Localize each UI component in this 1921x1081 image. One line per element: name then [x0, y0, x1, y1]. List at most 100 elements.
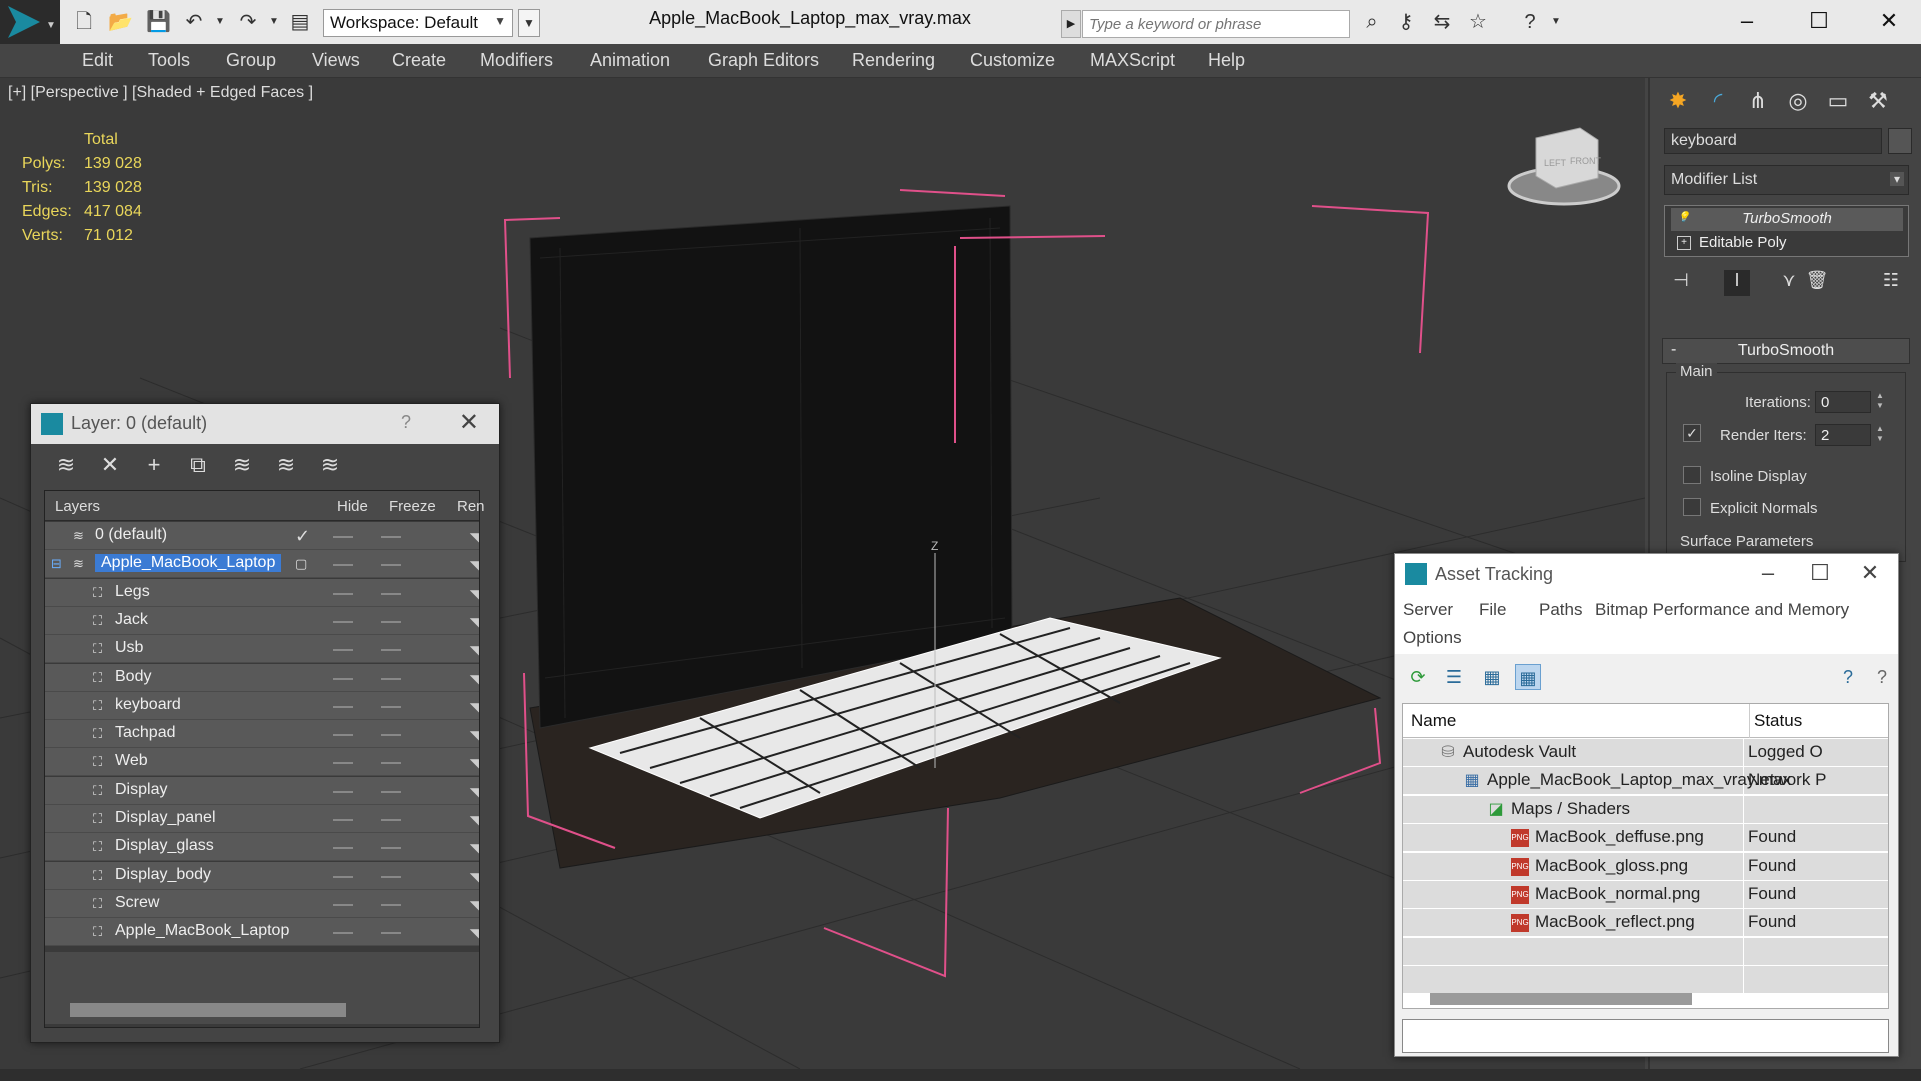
asset-row[interactable]: PNG MacBook_reflect.png Found — [1403, 909, 1888, 938]
hierarchy-tab-icon[interactable]: ⋔ — [1740, 84, 1776, 118]
render-toggle-icon[interactable]: ◥ — [470, 587, 479, 601]
hide-toggle[interactable] — [333, 592, 353, 595]
object-row[interactable]: ⛶ Display_glass ◥ — [45, 833, 479, 862]
freeze-all-icon[interactable]: ≋ — [317, 452, 343, 478]
hide-toggle[interactable] — [333, 649, 353, 652]
workspace-menu-button[interactable]: ▼ — [518, 9, 540, 37]
layer-row[interactable]: ⊟ ≋ Apple_MacBook_Laptop ▢ ◥ — [45, 550, 479, 579]
set-current-layer-icon[interactable]: ▢ — [295, 556, 311, 572]
hide-toggle[interactable] — [333, 564, 353, 567]
undo-icon[interactable]: ↶ — [182, 10, 206, 34]
list-view-icon[interactable]: ☰ — [1441, 664, 1467, 690]
redo-dropdown-icon[interactable]: ▼ — [262, 10, 286, 34]
asset-menu-paths[interactable]: Paths — [1539, 600, 1582, 620]
hide-toggle[interactable] — [333, 932, 353, 935]
search-expand-icon[interactable]: ▶ — [1061, 10, 1081, 38]
object-row[interactable]: ⛶ Display_body ◥ — [45, 861, 479, 890]
asset-menu-server[interactable]: Server — [1403, 600, 1453, 620]
freeze-toggle[interactable] — [381, 705, 401, 708]
hide-toggle[interactable] — [333, 847, 353, 850]
render-toggle-icon[interactable]: ◥ — [470, 813, 479, 827]
menu-customize[interactable]: Customize — [970, 50, 1055, 71]
remove-modifier-icon[interactable]: 🗑 — [1804, 270, 1830, 296]
column-name[interactable]: Name — [1411, 711, 1456, 731]
close-icon[interactable]: ✕ — [1850, 560, 1890, 590]
object-row[interactable]: ⛶ Web ◥ — [45, 748, 479, 777]
minimize-button[interactable]: – — [1748, 560, 1788, 590]
stack-item-editable-poly[interactable]: + Editable Poly — [1671, 232, 1903, 255]
asset-menu-bitmap[interactable]: Bitmap Performance and Memory — [1595, 600, 1849, 620]
iterations-spinner-arrows[interactable]: ▲ ▼ — [1874, 391, 1886, 413]
app-menu-button[interactable]: ▼ — [0, 0, 60, 44]
asset-tracking-titlebar[interactable]: Asset Tracking – ☐ ✕ — [1395, 554, 1898, 594]
current-layer-check-icon[interactable]: ✓ — [295, 527, 311, 545]
object-row[interactable]: ⛶ Display ◥ — [45, 776, 479, 805]
freeze-toggle[interactable] — [381, 620, 401, 623]
key-icon[interactable]: ⚷ — [1394, 10, 1418, 34]
hide-toggle[interactable] — [333, 875, 353, 878]
hide-toggle[interactable] — [333, 819, 353, 821]
menu-graph-editors[interactable]: Graph Editors — [708, 50, 819, 71]
freeze-toggle[interactable] — [381, 762, 401, 765]
render-toggle-icon[interactable]: ◥ — [470, 870, 479, 884]
asset-menu-options[interactable]: Options — [1403, 628, 1462, 648]
modifier-list-dropdown[interactable]: Modifier List ▾ — [1664, 165, 1909, 195]
pin-stack-icon[interactable]: ⊣ — [1668, 270, 1694, 296]
hide-all-icon[interactable]: ≋ — [273, 452, 299, 478]
render-toggle-icon[interactable]: ◥ — [470, 530, 479, 544]
help-icon[interactable]: ? — [1869, 664, 1895, 690]
select-objects-icon[interactable]: ⧉ — [185, 452, 211, 478]
search-input[interactable] — [1082, 10, 1350, 38]
object-row[interactable]: ⛶ Tachpad ◥ — [45, 720, 479, 749]
column-layers[interactable]: Layers — [55, 498, 100, 515]
hide-toggle[interactable] — [333, 734, 353, 737]
help-button[interactable]: ? — [401, 412, 411, 433]
help-icon[interactable]: ? — [1518, 10, 1542, 34]
expand-plus-icon[interactable]: + — [1677, 236, 1691, 250]
show-end-result-icon[interactable]: I — [1724, 270, 1750, 296]
freeze-toggle[interactable] — [381, 564, 401, 567]
render-iters-checkbox[interactable]: ✓ — [1683, 424, 1701, 442]
freeze-toggle[interactable] — [381, 875, 401, 878]
viewcube-front[interactable]: FRONT — [1570, 156, 1601, 166]
utilities-tab-icon[interactable]: ⚒ — [1860, 84, 1896, 118]
render-toggle-icon[interactable]: ◥ — [470, 728, 479, 742]
render-toggle-icon[interactable]: ◥ — [470, 700, 479, 714]
hide-toggle[interactable] — [333, 790, 353, 793]
isoline-display-checkbox[interactable] — [1683, 466, 1701, 484]
freeze-toggle[interactable] — [381, 677, 401, 680]
motion-tab-icon[interactable]: ◎ — [1780, 84, 1816, 118]
object-row[interactable]: ⛶ Apple_MacBook_Laptop ◥ — [45, 918, 479, 947]
delete-layer-icon[interactable]: ✕ — [97, 452, 123, 478]
object-row[interactable]: ⛶ Display_panel ◥ — [45, 805, 479, 833]
render-toggle-icon[interactable]: ◥ — [470, 898, 479, 912]
layer-horizontal-scrollbar[interactable] — [70, 1003, 346, 1017]
thumbnail-view-icon[interactable]: ▦ — [1479, 664, 1505, 690]
asset-row[interactable]: ◪ Maps / Shaders — [1403, 795, 1888, 824]
help-dropdown-icon[interactable]: ▼ — [1544, 10, 1568, 34]
freeze-toggle[interactable] — [381, 847, 401, 850]
new-file-icon[interactable]: 🗋 — [72, 10, 96, 34]
exchange-icon[interactable]: ⇆ — [1430, 10, 1454, 34]
menu-create[interactable]: Create — [392, 50, 446, 71]
hide-toggle[interactable] — [333, 536, 353, 538]
favorites-star-icon[interactable]: ☆ — [1466, 10, 1490, 34]
table-view-icon[interactable]: ▦ — [1515, 664, 1541, 690]
iterations-spinner[interactable]: 0 — [1815, 391, 1871, 413]
asset-menu-file[interactable]: File — [1479, 600, 1506, 620]
freeze-toggle[interactable] — [381, 536, 401, 538]
object-row[interactable]: ⛶ Body ◥ — [45, 663, 479, 692]
display-tab-icon[interactable]: ▭ — [1820, 84, 1856, 118]
object-row[interactable]: ⛶ Usb ◥ — [45, 635, 479, 664]
refresh-icon[interactable]: ⟳ — [1405, 664, 1431, 690]
hide-toggle[interactable] — [333, 705, 353, 708]
hide-toggle[interactable] — [333, 903, 353, 906]
freeze-toggle[interactable] — [381, 932, 401, 935]
binoculars-icon[interactable]: ⌕ — [1360, 10, 1384, 34]
open-file-icon[interactable]: 📂 — [108, 10, 133, 34]
menu-group[interactable]: Group — [226, 50, 276, 71]
freeze-toggle[interactable] — [381, 734, 401, 737]
hide-toggle[interactable] — [333, 762, 353, 765]
collapse-icon[interactable]: ⊟ — [51, 556, 67, 572]
create-tab-icon[interactable]: ✸ — [1660, 84, 1696, 118]
